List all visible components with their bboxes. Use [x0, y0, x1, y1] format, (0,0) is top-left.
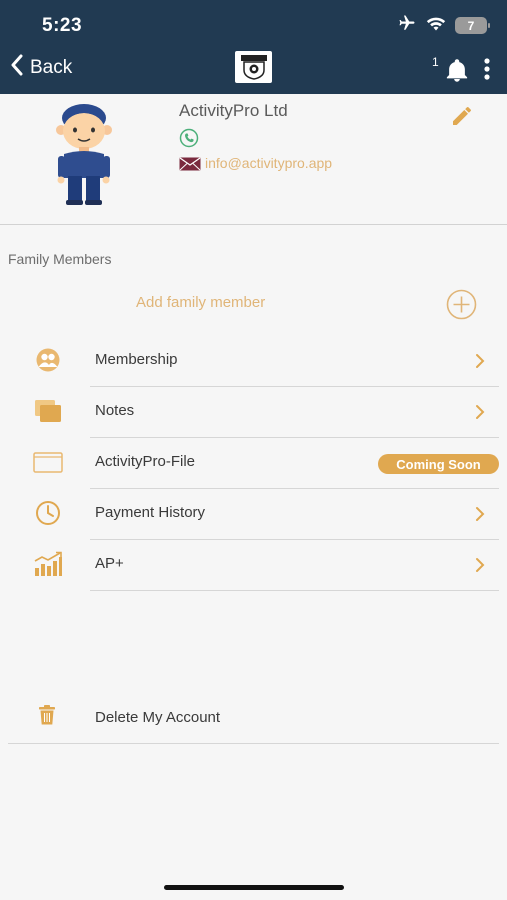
clock-icon [32, 500, 64, 526]
growth-chart-icon [32, 551, 64, 577]
edit-profile-button[interactable] [450, 104, 474, 133]
chevron-right-icon [475, 557, 485, 578]
back-label: Back [30, 56, 73, 78]
menu-item-label: Notes [95, 402, 135, 419]
menu-item-notes[interactable]: Notes [0, 387, 507, 438]
profile-name: ActivityPro Ltd [179, 101, 288, 120]
phone-icon[interactable] [179, 128, 199, 153]
avatar [44, 100, 126, 206]
status-time: 5:23 [42, 15, 83, 36]
add-family-member-link[interactable]: Add family member [136, 294, 265, 311]
notes-icon [32, 398, 64, 424]
notification-count: 1 [432, 55, 439, 69]
chevron-right-icon [475, 353, 485, 374]
menu-item-ap-plus[interactable]: AP+ [0, 540, 507, 591]
menu-separator [90, 590, 499, 591]
chevron-left-icon [10, 54, 24, 81]
airplane-icon [397, 14, 417, 37]
coming-soon-badge: Coming Soon [378, 454, 499, 474]
delete-separator [8, 743, 499, 744]
profile-email[interactable]: info@activitypro.app [205, 155, 332, 171]
pencil-icon [450, 107, 474, 132]
bell-icon[interactable] [443, 57, 471, 89]
trash-icon [38, 704, 56, 731]
people-icon [32, 347, 64, 373]
family-members-title: Family Members [8, 251, 112, 267]
mail-icon [179, 157, 201, 176]
menu-item-label: Membership [95, 351, 178, 368]
menu-item-membership[interactable]: Membership [0, 336, 507, 387]
folder-icon [32, 449, 64, 475]
menu-item-label: Payment History [95, 504, 206, 521]
back-button[interactable]: Back [10, 54, 72, 81]
battery-indicator: 7 [455, 17, 490, 34]
app-header: 5:23 7 Back 1 [0, 0, 507, 94]
club-logo [235, 51, 272, 83]
delete-account-button[interactable]: Delete My Account [0, 694, 507, 744]
chevron-right-icon [475, 506, 485, 527]
menu-item-label: ActivityPro-File [95, 453, 196, 470]
menu-item-activitypro-file[interactable]: ActivityPro-File Coming Soon [0, 438, 507, 489]
menu-item-label: AP+ [95, 555, 124, 572]
chevron-right-icon [475, 404, 485, 425]
status-icons: 7 [397, 14, 490, 37]
battery-level: 7 [467, 18, 475, 33]
home-indicator [164, 885, 344, 890]
menu-item-payment-history[interactable]: Payment History [0, 489, 507, 540]
profile-divider [0, 224, 507, 225]
more-options-icon[interactable] [483, 58, 491, 85]
wifi-icon [426, 15, 446, 36]
delete-account-label: Delete My Account [95, 709, 221, 726]
add-circle-icon[interactable] [446, 289, 477, 325]
